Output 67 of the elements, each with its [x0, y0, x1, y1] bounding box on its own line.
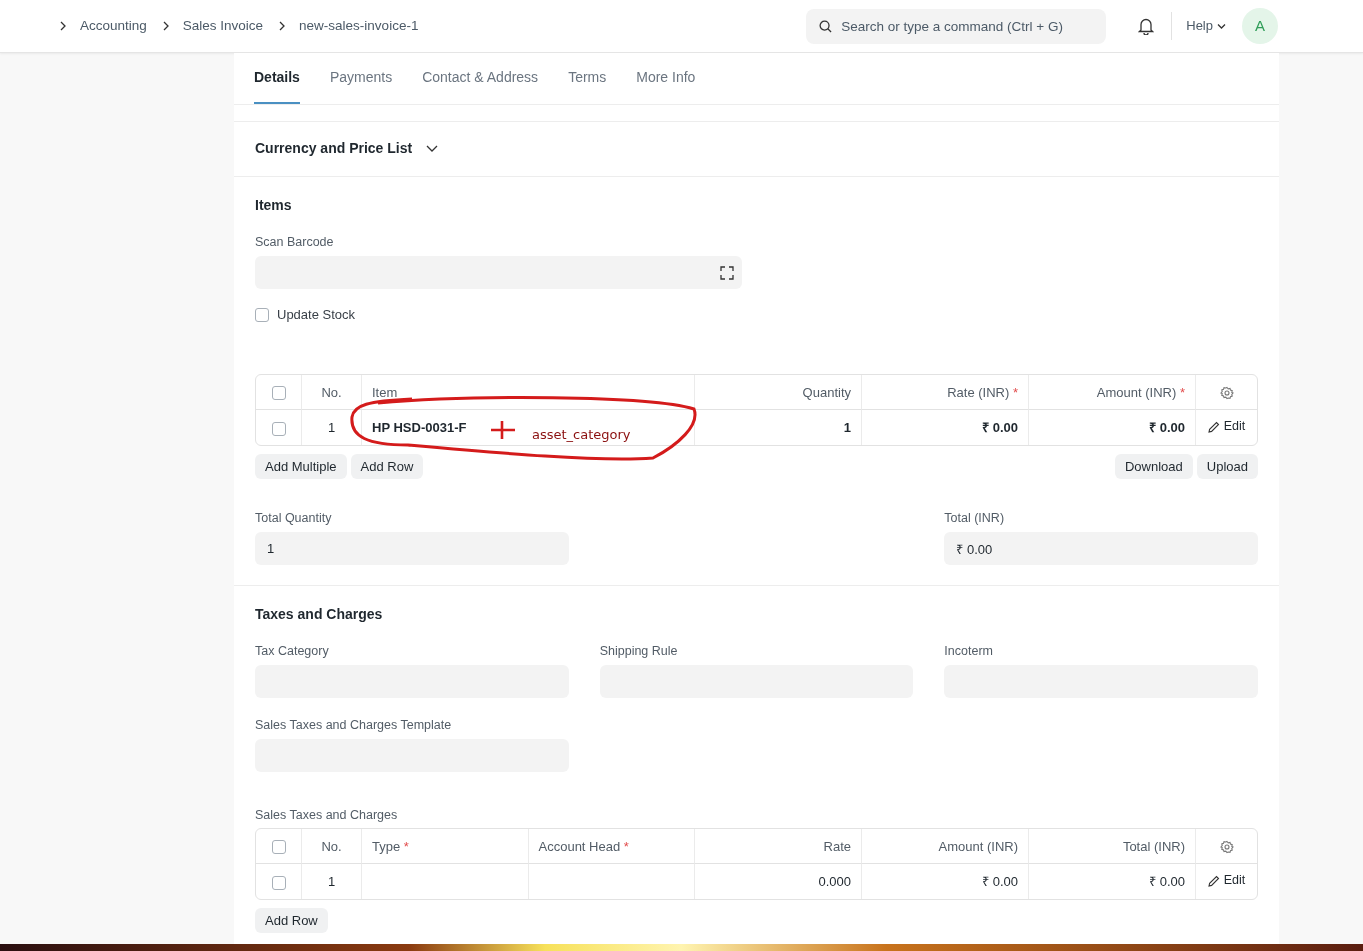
pencil-icon — [1207, 874, 1220, 887]
breadcrumb-link[interactable]: Sales Invoice — [182, 15, 264, 37]
pencil-icon — [1207, 420, 1220, 433]
checkbox-label[interactable]: Update Stock — [277, 304, 356, 325]
input-field[interactable]: ₹ 0.00 — [944, 532, 1258, 565]
select-all-checkbox[interactable] — [271, 840, 286, 855]
select-all-checkbox[interactable] — [271, 386, 286, 401]
edit-link[interactable]: Edit — [1207, 871, 1246, 891]
chevron-right-icon — [58, 21, 68, 31]
tab[interactable]: More Info — [636, 52, 696, 104]
column-header: Amount (INR) * — [1029, 375, 1196, 411]
checkbox[interactable] — [255, 307, 269, 322]
field-label: Total (INR) — [944, 510, 1006, 528]
table-cell: 1 — [302, 410, 362, 446]
caret-icon — [1217, 22, 1226, 30]
settings-icon[interactable] — [1219, 386, 1234, 401]
breadcrumb-link[interactable]: Accounting — [80, 15, 147, 37]
notification-bell-icon[interactable] — [1138, 17, 1155, 35]
column-header: Item — [362, 375, 695, 411]
table-button[interactable]: Add Multiple — [255, 454, 347, 480]
table-cell: 1 — [302, 864, 362, 900]
row-checkbox[interactable] — [271, 421, 286, 436]
column-header: Account Head * — [528, 829, 695, 865]
column-header: Total (INR) — [1029, 829, 1196, 865]
tab[interactable]: Details — [254, 52, 300, 104]
column-header: Rate — [695, 829, 862, 865]
settings-icon[interactable] — [1219, 840, 1234, 855]
tab[interactable]: Payments — [329, 52, 393, 104]
field-label: Tax Category — [255, 643, 330, 660]
tab[interactable]: Contact & Address — [422, 52, 539, 104]
scan-icon[interactable] — [720, 265, 734, 280]
input-field[interactable] — [255, 255, 742, 289]
table-cell: ₹ 0.00 — [1029, 410, 1196, 446]
table-button[interactable]: Add Row — [350, 454, 424, 480]
column-header: No. — [302, 375, 362, 411]
chevron-down-icon[interactable] — [426, 145, 439, 152]
table-caption: Sales Taxes and Charges — [255, 806, 399, 824]
column-header: Rate (INR) * — [862, 375, 1029, 411]
field-label: Sales Taxes and Charges Template — [255, 716, 453, 734]
field-label: Scan Barcode — [255, 234, 335, 251]
annotation-text: asset_category — [532, 426, 631, 445]
table-cell: ₹ 0.00 — [1029, 864, 1196, 900]
section-title: Items — [255, 196, 293, 215]
row-checkbox[interactable] — [271, 875, 286, 890]
field-label: Total Quantity — [255, 510, 333, 528]
field-label: Incoterm — [944, 643, 994, 660]
field-label: Shipping Rule — [599, 643, 679, 660]
table-button[interactable]: Upload — [1196, 454, 1258, 480]
hand-drawn-plus-icon — [489, 419, 517, 442]
input-field[interactable]: 1 — [255, 532, 569, 565]
search-field[interactable]: Search or type a command (Ctrl + G) — [806, 8, 1107, 44]
column-header: No. — [302, 829, 362, 865]
tab[interactable]: Terms — [568, 52, 607, 104]
column-header: Amount (INR) — [862, 829, 1029, 865]
table-cell: ₹ 0.00 — [862, 410, 1029, 446]
column-header: Type * — [362, 829, 529, 865]
table-cell: ₹ 0.00 — [862, 864, 1029, 900]
table-button[interactable]: Download — [1114, 454, 1193, 480]
section-title[interactable]: Currency and Price List — [255, 138, 413, 159]
breadcrumb-link[interactable]: new-sales-invoice-1 — [299, 15, 419, 37]
column-header: Quantity — [695, 375, 862, 411]
help-menu[interactable]: Help — [1186, 16, 1226, 36]
table-button[interactable]: Add Row — [255, 908, 328, 934]
edit-link[interactable]: Edit — [1207, 417, 1246, 437]
section-title: Taxes and Charges — [255, 605, 384, 624]
table-cell: 0.000 — [695, 864, 862, 900]
table-cell: 1 — [695, 410, 862, 446]
